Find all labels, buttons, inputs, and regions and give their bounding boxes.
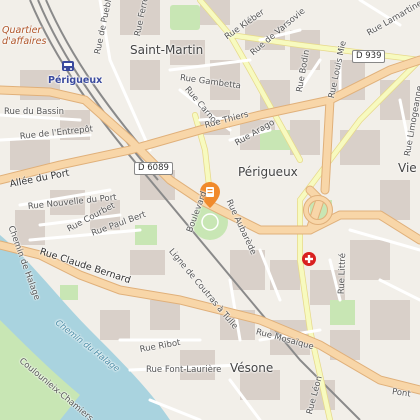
place-label-vie: Vie [398, 161, 417, 175]
place-label-perigueux: Périgueux [238, 165, 298, 179]
station-label: Périgueux [48, 75, 103, 86]
street-label: Rue du Bassin [4, 107, 64, 117]
train-icon [62, 61, 74, 71]
place-label-quartier-affaires: Quartier d'affaires [2, 25, 47, 47]
street-label: Pont [391, 387, 412, 400]
station-marker[interactable] [60, 60, 76, 74]
place-label-saint-martin: Saint-Martin [130, 43, 204, 57]
hospital-cross-icon [302, 252, 316, 266]
road-shield-d6089: D 6089 [134, 162, 173, 175]
street-label: Rue Font-Laurière [146, 365, 222, 375]
road-shield-d939: D 939 [352, 50, 386, 63]
hospital-marker[interactable] [302, 252, 316, 266]
map-view[interactable]: Saint-Martin Périgueux Vésone Vie Quarti… [0, 0, 420, 420]
street-label: Rue Littré [336, 252, 349, 295]
place-label-vesone: Vésone [230, 361, 274, 375]
